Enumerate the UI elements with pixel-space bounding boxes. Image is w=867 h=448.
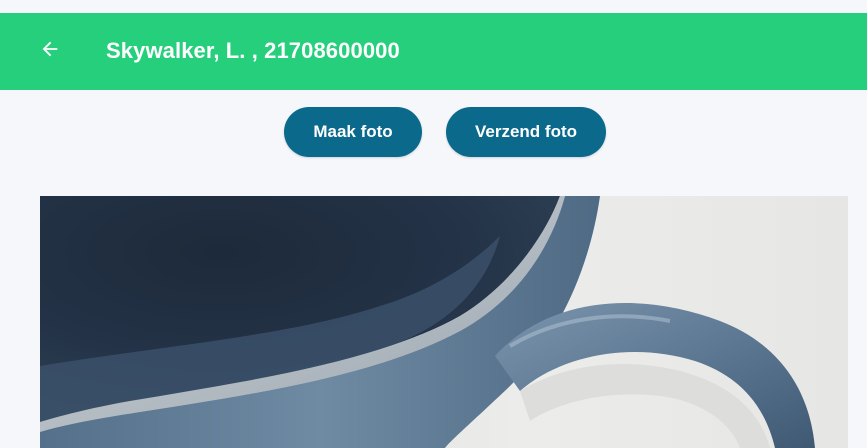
send-photo-button[interactable]: Verzend foto [446,107,606,157]
take-photo-button[interactable]: Maak foto [284,107,422,157]
photo-preview [40,196,848,448]
arrow-left-icon [39,38,61,65]
photo-actions: Maak foto Verzend foto [0,107,867,157]
app-bar: Skywalker, L. , 21708600000 [0,13,867,90]
status-strip [0,0,867,13]
back-button[interactable] [34,35,66,67]
mug-photo-image [40,196,848,448]
page-title: Skywalker, L. , 21708600000 [106,38,400,63]
photo-screen: Skywalker, L. , 21708600000 Maak foto Ve… [0,0,867,448]
